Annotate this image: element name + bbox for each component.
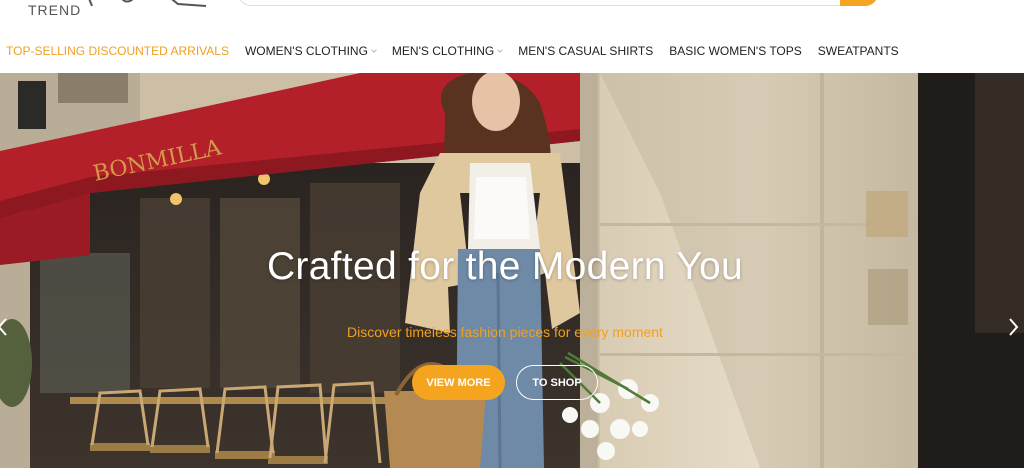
chevron-down-icon bbox=[371, 47, 377, 53]
brand-logo[interactable]: TREND bbox=[28, 0, 218, 24]
nav-item-label: TOP-SELLING DISCOUNTED ARRIVALS bbox=[6, 44, 229, 58]
site-header: TREND TOP-SELLING DISCOUNTED ARRIVALS WOM… bbox=[0, 0, 1024, 73]
chevron-down-icon bbox=[497, 47, 504, 53]
main-navigation: TOP-SELLING DISCOUNTED ARRIVALS WOMEN'S C… bbox=[0, 40, 907, 62]
hero-title: Crafted for the Modern You bbox=[266, 245, 744, 288]
nav-item-3[interactable]: MEN'S CASUAL SHIRTS bbox=[510, 44, 661, 58]
nav-item-label: MEN'S CLOTHING bbox=[391, 44, 495, 58]
nav-item-5[interactable]: SWEATPANTS bbox=[810, 44, 907, 58]
hero-banner: BONMILLA Crafted for the Modern You Disc… bbox=[0, 73, 1024, 468]
nav-item-2[interactable]: MEN'S CLOTHING bbox=[384, 44, 510, 58]
chevron-left-icon[interactable] bbox=[0, 317, 10, 337]
nav-item-4[interactable]: BASIC WOMEN'S TOPS bbox=[661, 44, 810, 58]
nav-item-label: MEN'S CASUAL SHIRTS bbox=[518, 44, 654, 58]
nav-item-label: WOMEN'S CLOTHING bbox=[244, 44, 368, 58]
nav-item-1[interactable]: WOMEN'S CLOTHING bbox=[237, 44, 384, 58]
chevron-right-icon[interactable] bbox=[1006, 317, 1020, 337]
view-more-button[interactable]: VIEW MORE bbox=[412, 365, 505, 400]
search-input[interactable] bbox=[238, 0, 878, 6]
hero-subtitle: Discover timeless fashion pieces for eve… bbox=[347, 324, 663, 340]
to-shop-button[interactable]: TO SHOP bbox=[516, 365, 598, 400]
nav-item-0[interactable]: TOP-SELLING DISCOUNTED ARRIVALS bbox=[0, 44, 237, 58]
search-button[interactable] bbox=[840, 0, 878, 6]
nav-item-label: SWEATPANTS bbox=[817, 44, 899, 58]
nav-item-label: BASIC WOMEN'S TOPS bbox=[669, 44, 802, 58]
brand-name: TREND bbox=[28, 2, 82, 18]
